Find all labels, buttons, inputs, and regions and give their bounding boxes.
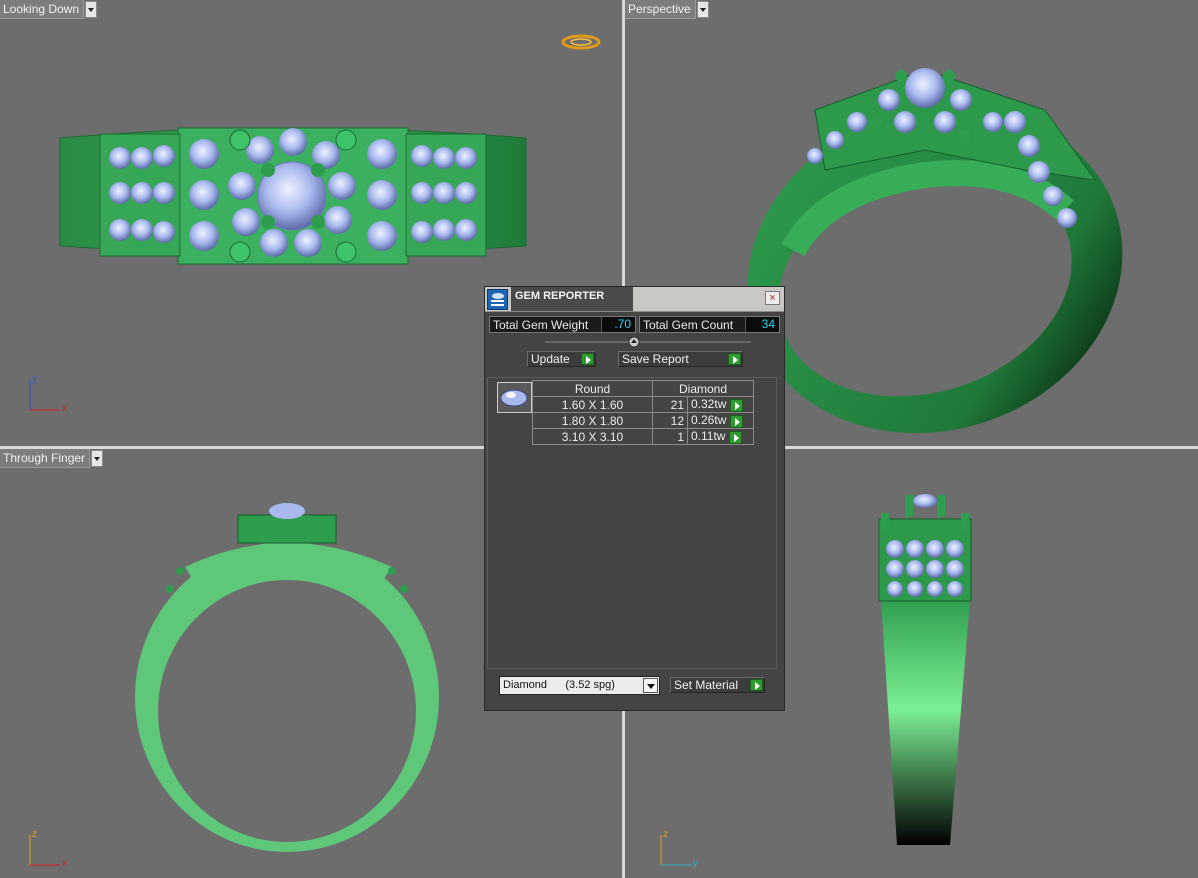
col-material-header: Diamond xyxy=(652,380,754,397)
col-shape-header: Round xyxy=(532,380,653,397)
viewport-label: Through Finger xyxy=(0,449,91,468)
total-gem-count-value: 34 xyxy=(745,317,779,332)
viewport-menu-through-finger[interactable]: Through Finger xyxy=(0,449,104,468)
gem-weight-cell: 0.26tw xyxy=(687,412,754,429)
gem-weight: 0.11tw xyxy=(691,429,726,444)
update-button-label: Update xyxy=(531,352,570,366)
viewport-menu-perspective[interactable]: Perspective xyxy=(625,0,709,19)
gem-list-area: Round Diamond 1.60 X 1.60 21 0.32tw 1.80… xyxy=(487,377,777,669)
axis-label-h: y xyxy=(693,858,698,869)
axis-label-v: z xyxy=(663,829,668,840)
viewport-label: Looking Down xyxy=(0,0,85,19)
axis-label-v: z xyxy=(32,829,37,840)
set-material-button[interactable]: Set Material xyxy=(670,677,765,693)
collapse-slider[interactable] xyxy=(545,336,751,348)
play-arrow-icon xyxy=(728,353,741,365)
viewport-menu-looking-down[interactable]: Looking Down xyxy=(0,0,98,19)
close-icon[interactable]: × xyxy=(765,291,780,305)
gem-row[interactable]: 1.80 X 1.80 12 0.26tw xyxy=(532,412,754,429)
material-select[interactable]: Diamond (3.52 spg) xyxy=(499,676,660,695)
set-material-button-label: Set Material xyxy=(674,678,739,692)
round-gem-thumbnail[interactable] xyxy=(497,382,532,413)
total-gem-count-field: Total Gem Count 34 xyxy=(639,316,780,333)
material-select-value: Diamond (3.52 spg) xyxy=(503,679,615,691)
update-button[interactable]: Update xyxy=(527,351,596,367)
gem-size: 3.10 X 3.10 xyxy=(532,428,653,445)
chevron-down-icon[interactable] xyxy=(85,1,98,18)
gem-size: 1.60 X 1.60 xyxy=(532,396,653,413)
play-arrow-icon[interactable] xyxy=(728,430,742,444)
axis-label-v: y xyxy=(32,374,37,385)
gem-reporter-panel: GEM REPORTER × Total Gem Weight .70 Tota… xyxy=(484,286,785,711)
gem-reporter-app-icon xyxy=(487,289,508,310)
gem-count: 1 xyxy=(652,428,688,445)
gem-size: 1.80 X 1.80 xyxy=(532,412,653,429)
chevron-down-icon[interactable] xyxy=(643,678,658,693)
gem-table: Round Diamond 1.60 X 1.60 21 0.32tw 1.80… xyxy=(532,380,754,445)
chevron-down-icon[interactable] xyxy=(91,450,104,467)
play-arrow-icon[interactable] xyxy=(729,398,743,412)
play-arrow-icon xyxy=(581,353,594,365)
gem-reporter-title: GEM REPORTER xyxy=(511,287,633,311)
gem-count: 12 xyxy=(652,412,688,429)
gem-table-header: Round Diamond xyxy=(532,380,754,397)
gem-weight-cell: 0.32tw xyxy=(687,396,754,413)
gem-weight: 0.26tw xyxy=(691,413,727,428)
axis-label-h: x xyxy=(62,858,67,869)
gem-row[interactable]: 3.10 X 3.10 1 0.11tw xyxy=(532,428,754,445)
viewport-label: Perspective xyxy=(625,0,696,19)
save-report-button-label: Save Report xyxy=(622,352,689,366)
total-gem-weight-value: .70 xyxy=(601,317,635,332)
total-gem-weight-field: Total Gem Weight .70 xyxy=(489,316,636,333)
play-arrow-icon xyxy=(750,679,763,691)
gem-weight-cell: 0.11tw xyxy=(687,428,754,445)
gem-row[interactable]: 1.60 X 1.60 21 0.32tw xyxy=(532,396,754,413)
chevron-down-icon[interactable] xyxy=(696,1,709,18)
gem-count: 21 xyxy=(652,396,688,413)
total-gem-weight-label: Total Gem Weight xyxy=(493,317,589,332)
gem-weight: 0.32tw xyxy=(691,397,727,412)
total-gem-count-label: Total Gem Count xyxy=(643,317,734,332)
gem-reporter-titlebar[interactable]: GEM REPORTER × xyxy=(485,287,784,312)
save-report-button[interactable]: Save Report xyxy=(618,351,743,367)
axis-label-h: x xyxy=(62,403,67,414)
play-arrow-icon[interactable] xyxy=(729,414,743,428)
